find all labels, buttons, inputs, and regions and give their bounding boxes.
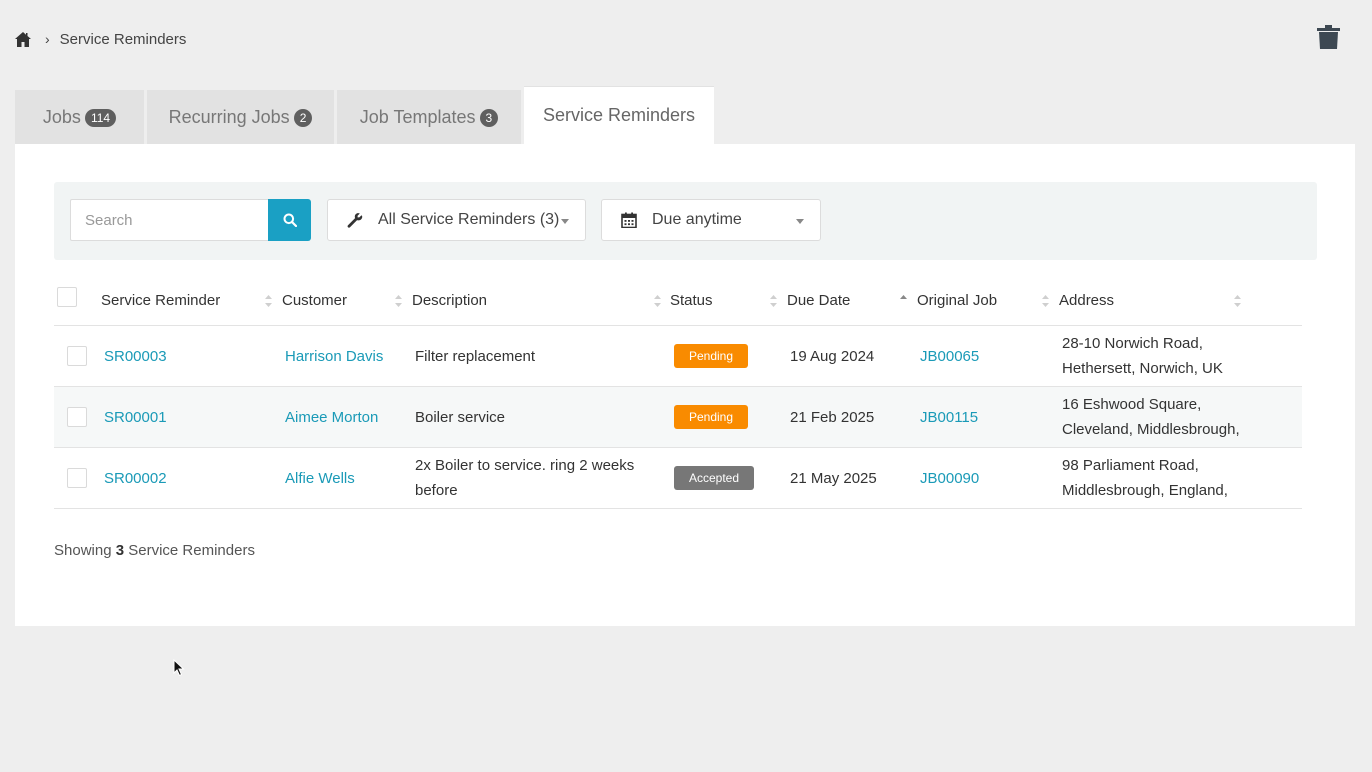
filter-bar: All Service Reminders (3) Due anytime [54,182,1317,260]
service-reminder-link[interactable]: SR00002 [104,448,167,508]
select-all-checkbox[interactable] [57,287,77,307]
breadcrumb-separator: › [45,31,50,47]
address-line: 16 Eshwood Square, [1062,396,1202,413]
breadcrumb: › Service Reminders [15,28,186,50]
due-date-text: 21 Feb 2025 [790,408,875,426]
customer-link[interactable]: Aimee Morton [285,387,378,447]
tab-bar: Jobs 114 Recurring Jobs 2 Job Templates … [15,86,717,144]
description-text: Boiler service [415,408,506,426]
table-header: Service Reminder Customer Description St… [54,276,1302,326]
results-count: Showing 3 Service Reminders [54,542,255,559]
column-header-service-reminder[interactable]: Service Reminder [101,276,220,325]
tab-count-badge: 2 [293,108,313,127]
customer-link[interactable]: Alfie Wells [285,448,355,508]
original-job-link[interactable]: JB00065 [920,326,979,386]
address-line: Middlesbrough, England, [1062,482,1228,499]
tab-label: Job Templates [359,107,476,127]
address-line: Cleveland, Middlesbrough, [1062,421,1240,438]
sort-icon[interactable] [265,295,272,307]
address-line: 98 Parliament Road, [1062,457,1199,474]
service-reminder-link[interactable]: SR00001 [104,387,167,447]
address-text: 28-10 Norwich Road, Hethersett, Norwich,… [1062,326,1223,386]
tab-count-badge: 3 [479,108,499,127]
tab-label: Recurring Jobs [168,107,290,127]
status-badge: Pending [674,405,748,429]
chevron-down-icon [796,219,804,224]
calendar-icon [621,212,637,228]
chevron-down-icon [561,219,569,224]
address-text: 98 Parliament Road, Middlesbrough, Engla… [1062,448,1228,508]
breadcrumb-current: Service Reminders [59,30,187,48]
wrench-icon [347,213,363,228]
description-text: 2x Boiler to service. ring 2 weeks befor… [415,457,635,499]
address-line: Hethersett, Norwich, UK [1062,360,1223,377]
description-text: Filter replacement [415,347,536,365]
original-job-link[interactable]: JB00115 [920,387,978,447]
row-checkbox[interactable] [67,407,87,427]
due-date-text: 19 Aug 2024 [790,347,875,365]
original-job-link[interactable]: JB00090 [920,448,979,508]
tab-jobs[interactable]: Jobs 114 [15,90,144,144]
table-row[interactable]: SR00003 Harrison Davis Filter replacemen… [54,326,1302,387]
sort-icon[interactable] [1234,295,1241,307]
tab-label: Service Reminders [542,105,696,125]
sort-ascending-icon[interactable] [900,295,907,307]
table-row[interactable]: SR00001 Aimee Morton Boiler service Pend… [54,387,1302,448]
column-header-status[interactable]: Status [670,276,713,325]
search-icon [283,213,297,227]
reminder-type-label: All Service Reminders (3) [378,211,560,228]
column-header-original-job[interactable]: Original Job [917,276,997,325]
table-row[interactable]: SR00002 Alfie Wells 2x Boiler to service… [54,448,1302,509]
tab-job-templates[interactable]: Job Templates 3 [337,90,521,144]
service-reminder-link[interactable]: SR00003 [104,326,167,386]
trash-icon[interactable] [1317,25,1340,49]
search-button[interactable] [268,199,311,241]
customer-link[interactable]: Harrison Davis [285,326,383,386]
main-panel: All Service Reminders (3) Due anytime Se… [15,144,1355,626]
row-checkbox[interactable] [67,346,87,366]
tab-count-badge: 114 [84,108,117,127]
mouse-cursor-icon [173,659,185,677]
column-header-description[interactable]: Description [412,276,487,325]
tab-recurring-jobs[interactable]: Recurring Jobs 2 [147,90,334,144]
sort-icon[interactable] [770,295,777,307]
results-number: 3 [115,542,125,559]
service-reminders-table: Service Reminder Customer Description St… [54,276,1302,509]
results-prefix: Showing [54,542,112,559]
sort-icon[interactable] [654,295,661,307]
row-checkbox[interactable] [67,468,87,488]
tab-service-reminders[interactable]: Service Reminders [524,86,714,144]
status-badge: Accepted [674,466,754,490]
status-badge: Pending [674,344,748,368]
results-suffix: Service Reminders [128,542,255,559]
sort-icon[interactable] [395,295,402,307]
sort-icon[interactable] [1042,295,1049,307]
column-header-address[interactable]: Address [1059,276,1114,325]
address-text: 16 Eshwood Square, Cleveland, Middlesbro… [1062,387,1240,447]
home-icon[interactable] [15,31,31,47]
tab-label: Jobs [42,107,81,127]
due-date-label: Due anytime [652,211,742,228]
column-header-customer[interactable]: Customer [282,276,347,325]
reminder-type-dropdown[interactable]: All Service Reminders (3) [327,199,586,241]
due-date-text: 21 May 2025 [790,469,877,487]
due-date-dropdown[interactable]: Due anytime [601,199,821,241]
search-input[interactable] [70,199,268,241]
address-line: 28-10 Norwich Road, [1062,335,1203,352]
column-header-due-date[interactable]: Due Date [787,276,850,325]
